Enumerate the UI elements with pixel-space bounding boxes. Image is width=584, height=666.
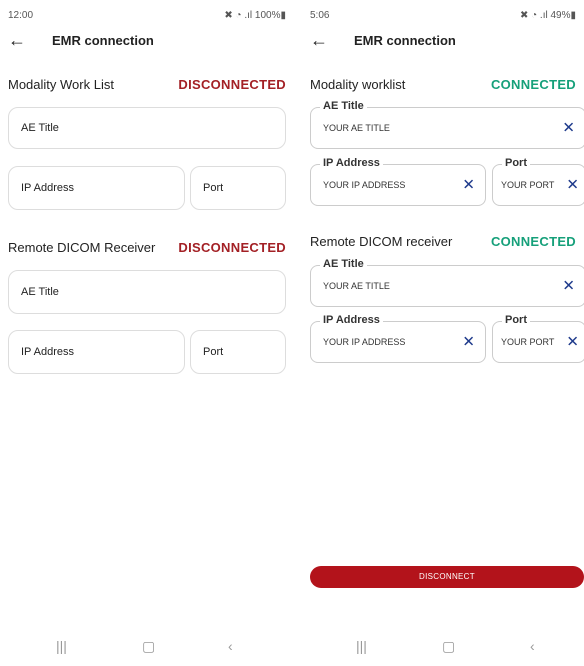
- section-header-dicom-receiver: Remote DICOM Receiver DISCONNECTED: [8, 240, 286, 258]
- field-label: IP Address: [21, 182, 74, 194]
- field-label: Port: [203, 346, 224, 358]
- status-icons: ✖ ◔ .ıl 49%▮: [519, 10, 576, 21]
- field-label: Port: [203, 182, 224, 194]
- field-label: AE Title: [320, 258, 367, 270]
- clear-icon[interactable]: ✕: [566, 335, 579, 350]
- status-icons: ✖ ◔ .ıl 100%▮: [224, 10, 286, 21]
- clear-icon[interactable]: ✕: [566, 178, 579, 193]
- port-field[interactable]: Port: [190, 330, 286, 374]
- ip-address-field[interactable]: IP Address YOUR IP ADDRESS ✕: [310, 314, 486, 363]
- screen-disconnected: 12:00 ✖ ◔ .ıl 100%▮ ← EMR connection Mod…: [0, 0, 294, 666]
- clear-icon[interactable]: ✕: [562, 121, 575, 136]
- field-value: YOUR PORT: [501, 337, 555, 347]
- ip-address-field[interactable]: IP Address YOUR IP ADDRESS ✕: [310, 157, 486, 206]
- disconnect-button[interactable]: DISCONNECT: [310, 566, 584, 588]
- ae-title-field[interactable]: AE Title: [8, 107, 286, 149]
- clear-icon[interactable]: ✕: [462, 335, 475, 350]
- field-label: IP Address: [21, 346, 74, 358]
- section-label: Modality Work List: [8, 77, 114, 92]
- ip-address-field[interactable]: IP Address: [8, 330, 185, 374]
- field-label: AE Title: [21, 286, 59, 298]
- section-header-worklist: Modality worklist CONNECTED: [310, 77, 576, 95]
- system-nav-bar: ||| ▢ ‹: [0, 638, 294, 658]
- field-value: YOUR IP ADDRESS: [323, 180, 406, 190]
- home-icon[interactable]: ▢: [142, 638, 155, 655]
- clear-icon[interactable]: ✕: [562, 279, 575, 294]
- section-header-worklist: Modality Work List DISCONNECTED: [8, 77, 286, 95]
- field-value: YOUR AE TITLE: [323, 123, 390, 133]
- page-title: EMR connection: [52, 33, 154, 48]
- connection-status-badge: DISCONNECTED: [178, 240, 286, 255]
- nav-back-icon[interactable]: ‹: [228, 638, 233, 654]
- connection-status-badge: CONNECTED: [490, 234, 576, 249]
- field-label: IP Address: [320, 157, 383, 169]
- app-bar: ← EMR connection: [0, 30, 294, 52]
- port-field[interactable]: Port YOUR PORT ✕: [492, 314, 584, 363]
- field-label: Port: [502, 157, 530, 169]
- status-time: 12:00: [8, 10, 34, 21]
- status-bar: 12:00 ✖ ◔ .ıl 100%▮: [8, 8, 286, 24]
- section-label: Remote DICOM Receiver: [8, 240, 156, 255]
- status-bar: 5:06 ✖ ◔ .ıl 49%▮: [310, 8, 576, 24]
- section-header-dicom-receiver: Remote DICOM receiver CONNECTED: [310, 234, 576, 252]
- screen-connected: 5:06 ✖ ◔ .ıl 49%▮ ← EMR connection Modal…: [302, 0, 584, 666]
- back-arrow-icon[interactable]: ←: [8, 30, 26, 50]
- recent-apps-icon[interactable]: |||: [356, 638, 367, 654]
- home-icon[interactable]: ▢: [442, 638, 455, 655]
- field-label: Port: [502, 314, 530, 326]
- clear-icon[interactable]: ✕: [462, 178, 475, 193]
- connection-status-badge: CONNECTED: [490, 77, 576, 92]
- field-value: YOUR AE TITLE: [323, 281, 390, 291]
- field-value: YOUR IP ADDRESS: [323, 337, 406, 347]
- status-time: 5:06: [310, 10, 330, 21]
- ae-title-field[interactable]: AE Title YOUR AE TITLE ✕: [310, 258, 584, 307]
- ip-address-field[interactable]: IP Address: [8, 166, 185, 210]
- ae-title-field[interactable]: AE Title YOUR AE TITLE ✕: [310, 100, 584, 149]
- field-label: AE Title: [320, 100, 367, 112]
- section-label: Modality worklist: [310, 77, 406, 92]
- app-bar: ← EMR connection: [302, 30, 584, 52]
- section-label: Remote DICOM receiver: [310, 234, 453, 249]
- ae-title-field[interactable]: AE Title: [8, 270, 286, 314]
- nav-back-icon[interactable]: ‹: [530, 638, 535, 654]
- port-field[interactable]: Port: [190, 166, 286, 210]
- page-title: EMR connection: [354, 33, 456, 48]
- field-value: YOUR PORT: [501, 180, 555, 190]
- field-label: AE Title: [21, 122, 59, 134]
- field-label: IP Address: [320, 314, 383, 326]
- system-nav-bar: ||| ▢ ‹: [302, 638, 584, 658]
- connection-status-badge: DISCONNECTED: [178, 77, 286, 92]
- recent-apps-icon[interactable]: |||: [56, 638, 67, 654]
- back-arrow-icon[interactable]: ←: [310, 30, 328, 50]
- port-field[interactable]: Port YOUR PORT ✕: [492, 157, 584, 206]
